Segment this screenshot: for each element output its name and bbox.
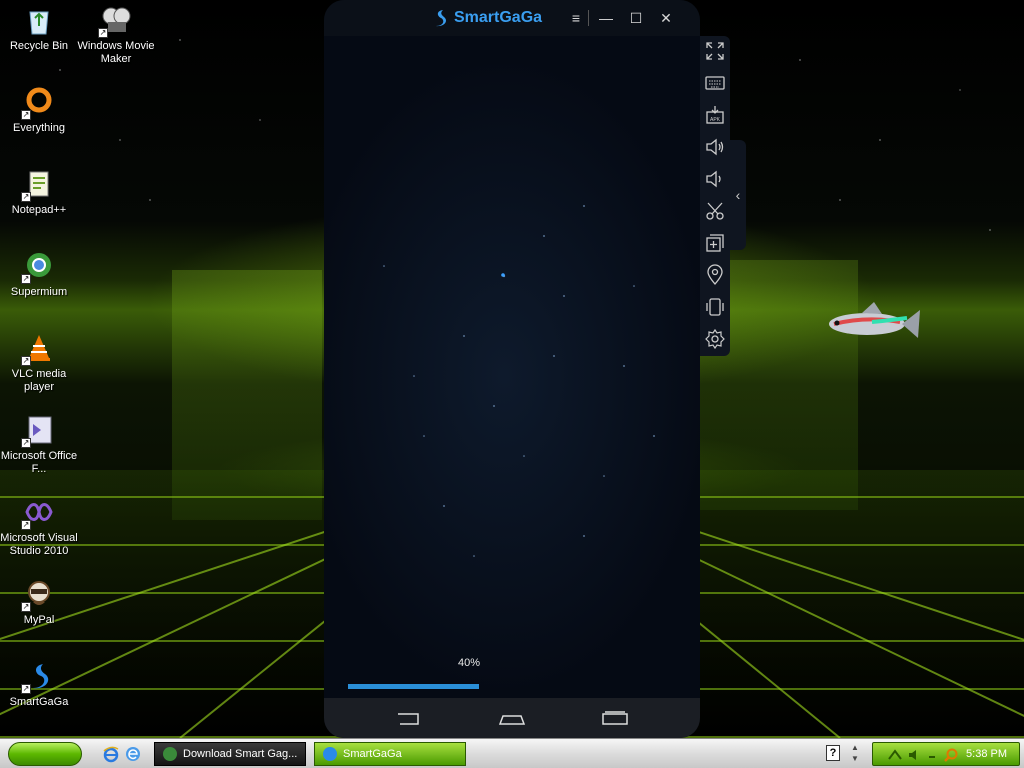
desktop-icon-recycle-bin[interactable]: Recycle Bin — [0, 4, 78, 53]
minimize-button[interactable]: — — [596, 8, 616, 28]
desktop-icon-smartgaga[interactable]: ↗ SmartGaGa — [0, 660, 78, 709]
shortcut-arrow-icon: ↗ — [21, 602, 31, 612]
settings-icon[interactable] — [704, 328, 726, 350]
desktop-icon-office[interactable]: ↗ Microsoft Office F... — [0, 414, 78, 476]
smartgaga-logo-icon — [436, 10, 447, 27]
internet-explorer-icon[interactable] — [102, 745, 120, 763]
volume-down-icon[interactable] — [704, 168, 726, 190]
starfield-background — [383, 205, 655, 557]
toolbar-collapse-button[interactable]: ‹ — [730, 140, 746, 250]
taskbar: Download Smart Gag... SmartGaGa ? ▲ ▼ 5:3… — [0, 738, 1024, 768]
back-icon[interactable] — [394, 708, 424, 728]
desktop-icon-supermium[interactable]: ↗ Supermium — [0, 250, 78, 299]
taskbar-clock[interactable]: 5:38 PM — [966, 748, 1007, 760]
menu-button[interactable]: ≡ — [566, 8, 586, 28]
fullscreen-icon[interactable] — [704, 40, 726, 62]
speaker-tray-icon[interactable] — [907, 747, 923, 763]
multi-instance-icon[interactable] — [704, 232, 726, 254]
shortcut-arrow-icon: ↗ — [21, 520, 31, 530]
status-tray-icon[interactable] — [927, 747, 943, 763]
start-button[interactable] — [8, 742, 82, 766]
fish-image — [829, 302, 920, 338]
loading-progress-bar — [348, 684, 676, 689]
desktop-icon-vlc[interactable]: ↗ VLC media player — [0, 332, 78, 394]
help-icon[interactable]: ? — [826, 745, 840, 761]
smartgaga-window: SmartGaGa ≡ — ☐ ✕ 40% — [324, 0, 700, 738]
browser-task-icon — [163, 747, 177, 761]
shortcut-arrow-icon: ↗ — [21, 684, 31, 694]
keyboard-icon[interactable] — [704, 72, 726, 94]
location-icon[interactable] — [704, 264, 726, 286]
smartgaga-titlebar[interactable]: SmartGaGa ≡ — ☐ ✕ — [324, 0, 700, 36]
smartgaga-brand: SmartGaGa — [430, 8, 542, 28]
shortcut-arrow-icon: ↗ — [98, 28, 108, 38]
loading-progress-fill — [348, 684, 480, 689]
recents-icon[interactable] — [600, 708, 630, 728]
network-tray-icon[interactable] — [887, 747, 903, 763]
desktop-icon-mypal[interactable]: ↗ MyPal — [0, 578, 78, 627]
taskbar-task-browser[interactable]: Download Smart Gag... — [154, 742, 306, 766]
search-tray-icon[interactable] — [943, 747, 959, 763]
tray-expand-arrows-icon[interactable]: ▲ ▼ — [850, 742, 860, 764]
loading-progress-label: 40% — [458, 657, 481, 669]
taskbar-task-smartgaga[interactable]: SmartGaGa — [314, 742, 466, 766]
chevron-left-icon: ‹ — [735, 187, 741, 203]
system-tray: 5:38 PM — [872, 742, 1020, 766]
android-navbar — [324, 698, 700, 738]
apk-install-icon[interactable]: APK — [704, 104, 726, 126]
desktop-icon-notepad-plus-plus[interactable]: ↗ Notepad++ — [0, 168, 78, 217]
shortcut-arrow-icon: ↗ — [21, 356, 31, 366]
shake-icon[interactable] — [704, 296, 726, 318]
shortcut-arrow-icon: ↗ — [21, 192, 31, 202]
desktop-icon-everything[interactable]: ↗ Everything — [0, 86, 78, 135]
emulator-side-toolbar: APK — [700, 36, 730, 356]
recycle-bin-icon — [29, 11, 49, 35]
titlebar-divider — [588, 10, 589, 26]
shortcut-arrow-icon: ↗ — [21, 438, 31, 448]
volume-up-icon[interactable] — [704, 136, 726, 158]
close-button[interactable]: ✕ — [656, 8, 676, 28]
desktop-icon-visual-studio[interactable]: ↗ Microsoft Visual Studio 2010 — [0, 496, 78, 558]
desktop-icon-movie-maker[interactable]: ↗ Windows Movie Maker — [77, 4, 155, 66]
screenshot-scissors-icon[interactable] — [704, 200, 726, 222]
shortcut-arrow-icon: ↗ — [21, 274, 31, 284]
home-icon[interactable] — [497, 708, 527, 728]
smartgaga-task-icon — [323, 747, 337, 761]
svg-text:APK: APK — [710, 117, 721, 123]
emulator-screen[interactable]: 40% — [324, 36, 700, 698]
smartgaga-title: SmartGaGa — [454, 9, 543, 26]
shortcut-arrow-icon: ↗ — [21, 110, 31, 120]
browser-quicklaunch-icon[interactable] — [124, 745, 142, 763]
maximize-button[interactable]: ☐ — [626, 8, 646, 28]
